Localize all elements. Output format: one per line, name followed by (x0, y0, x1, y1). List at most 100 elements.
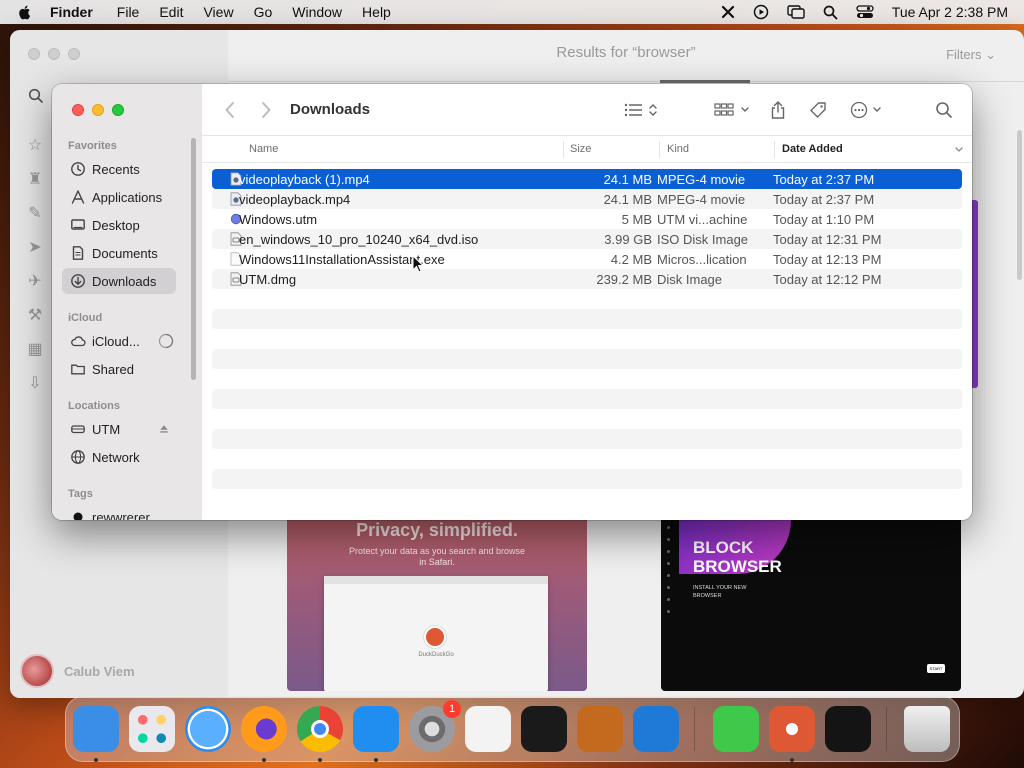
sidebar-item-documents[interactable]: Documents (62, 240, 176, 266)
globe-icon (71, 450, 85, 464)
brush-icon[interactable]: ✎ (26, 204, 44, 224)
column-divider[interactable] (563, 141, 564, 158)
share-icon[interactable] (770, 100, 786, 120)
spotlight-search-icon[interactable] (823, 5, 838, 20)
card-subtitle: Protect your data as you search and brow… (348, 546, 526, 567)
menu-help[interactable]: Help (362, 4, 391, 20)
joystick-icon[interactable]: ♜ (26, 170, 44, 190)
sidebar-item-downloads[interactable]: Downloads (62, 268, 176, 294)
search-icon[interactable] (28, 88, 44, 104)
scrollbar[interactable] (1014, 120, 1024, 690)
sidebar-item-desktop[interactable]: Desktop (62, 212, 176, 238)
menu-app-name[interactable]: Finder (50, 4, 93, 20)
column-divider[interactable] (659, 141, 660, 158)
column-date-added[interactable]: Date Added (782, 143, 843, 155)
view-options-button[interactable] (624, 100, 658, 120)
menu-clock[interactable]: Tue Apr 2 2:38 PM (892, 4, 1008, 20)
toolbar-divider (228, 81, 1024, 82)
block-browser-card[interactable]: BLOCK BROWSER INSTALL YOUR NEW BROWSER ST… (661, 520, 961, 691)
table-row[interactable]: videoplayback.mp4 24.1 MB MPEG-4 movie Toda… (212, 189, 962, 209)
sidebar-item-tag[interactable]: rewwrerer (62, 504, 176, 520)
zoom-button[interactable] (68, 48, 80, 60)
file-date-added: Today at 12:12 PM (773, 272, 882, 287)
search-icon[interactable] (935, 100, 953, 120)
empty-row (212, 349, 962, 369)
firefox-app-icon[interactable] (241, 706, 287, 752)
safari-app-icon[interactable] (185, 706, 231, 752)
grid-icon[interactable]: ▦ (26, 340, 44, 360)
sidebar-item-utm[interactable]: UTM (62, 416, 176, 442)
column-name[interactable]: Name (249, 143, 278, 155)
cloud-icon (71, 336, 86, 347)
safari-promo-card[interactable]: Privacy, simplified. Protect your data a… (287, 520, 587, 691)
table-row[interactable]: Windows.utm 5 MB UTM vi...achine Today at 1… (212, 209, 962, 229)
apple-logo-icon[interactable] (16, 3, 34, 21)
star-icon[interactable]: ☆ (26, 136, 44, 156)
scrollbar-thumb[interactable] (1017, 130, 1022, 280)
column-size[interactable]: Size (570, 143, 591, 155)
sidebar-item-icloud-drive[interactable]: iCloud... (62, 328, 176, 354)
hammer-icon[interactable]: ⚒ (26, 306, 44, 326)
minimize-button[interactable] (92, 104, 104, 116)
column-kind[interactable]: Kind (667, 143, 689, 155)
screen-mirroring-icon[interactable] (787, 5, 805, 19)
chevron-down-icon: ⌄ (985, 47, 996, 62)
table-row[interactable]: Windows11InstallationAssistant.exe 4.2 MB… (212, 249, 962, 269)
app-store-app-icon[interactable] (353, 706, 399, 752)
menu-bar: Finder File Edit View Go Window Help Tue… (0, 0, 1024, 24)
group-button[interactable] (714, 100, 750, 120)
table-row[interactable]: UTM.dmg 239.2 MB Disk Image Today at 12:12 … (212, 269, 962, 289)
minimize-button[interactable] (48, 48, 60, 60)
more-actions-button[interactable] (850, 100, 882, 120)
sidebar-item-applications[interactable]: Applications (62, 184, 176, 210)
column-divider[interactable] (774, 141, 775, 158)
sidebar-item-label: Shared (92, 361, 134, 377)
back-icon[interactable] (224, 101, 236, 119)
table-row[interactable]: videoplayback (1).mp4 24.1 MB MPEG-4 movie… (212, 169, 962, 189)
vscode-app-icon[interactable] (633, 706, 679, 752)
start-button[interactable]: START (927, 664, 945, 673)
desktop-icon (71, 219, 85, 230)
sidebar-scrollbar[interactable] (191, 138, 196, 380)
menu-window[interactable]: Window (292, 4, 342, 20)
account-button[interactable]: Calub Viem (20, 654, 135, 688)
sidebar-item-shared[interactable]: Shared (62, 356, 176, 382)
vectorworks-app-icon[interactable] (825, 706, 871, 752)
rocket-icon[interactable]: ✈ (26, 272, 44, 292)
empty-row (212, 489, 962, 509)
menu-file[interactable]: File (117, 4, 140, 20)
chrome-app-icon[interactable] (297, 706, 343, 752)
close-button[interactable] (28, 48, 40, 60)
garageband-app-icon[interactable] (577, 706, 623, 752)
menu-edit[interactable]: Edit (159, 4, 183, 20)
duckduckgo-app-icon[interactable] (769, 706, 815, 752)
file-kind: Disk Image (657, 272, 723, 287)
control-center-icon[interactable] (856, 5, 874, 19)
launchpad-app-icon[interactable] (129, 706, 175, 752)
sidebar-item-label: Documents (92, 245, 158, 261)
close-x-icon[interactable] (721, 5, 735, 19)
filters-button[interactable]: Filters ⌄ (946, 47, 996, 63)
sort-chevron-icon[interactable] (954, 146, 964, 154)
finder-app-icon[interactable] (73, 706, 119, 752)
forward-icon[interactable] (260, 101, 272, 119)
textedit-app-icon[interactable] (465, 706, 511, 752)
eject-icon[interactable] (158, 423, 170, 435)
tag-icon[interactable] (808, 100, 828, 120)
sync-progress-icon (158, 333, 174, 349)
sidebar-item-recents[interactable]: Recents (62, 156, 176, 182)
sidebar-item-network[interactable]: Network (62, 444, 176, 470)
download-icon[interactable]: ⇩ (26, 374, 44, 394)
play-circle-icon[interactable] (753, 4, 769, 20)
terminal-app-icon[interactable] (521, 706, 567, 752)
table-row[interactable]: en_windows_10_pro_10240_x64_dvd.iso 3.99 … (212, 229, 962, 249)
paper-plane-icon[interactable]: ➤ (26, 238, 44, 258)
menu-view[interactable]: View (203, 4, 233, 20)
close-button[interactable] (72, 104, 84, 116)
messages-app-icon[interactable] (713, 706, 759, 752)
zoom-button[interactable] (112, 104, 124, 116)
menu-go[interactable]: Go (254, 4, 273, 20)
window-controls (72, 104, 124, 116)
file-kind: MPEG-4 movie (657, 172, 746, 187)
trash-app-icon[interactable] (904, 706, 950, 752)
